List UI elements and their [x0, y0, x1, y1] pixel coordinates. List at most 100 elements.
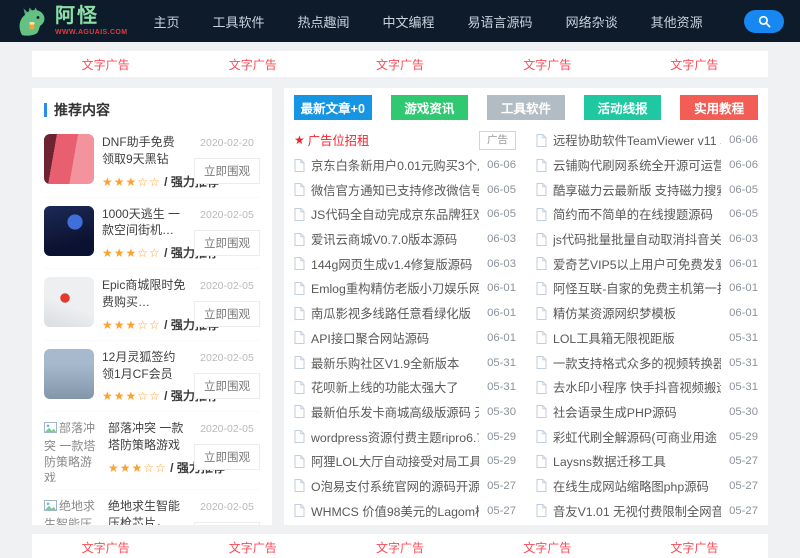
article-row: O泡易支付系统官网的源码开源 05-27 [294, 474, 516, 499]
article-row: 音友V1.01 无视付费限制全网音乐无损免费... 05-27 [536, 498, 758, 523]
nav-menu-item[interactable]: 热点趣闻 [298, 12, 350, 31]
ad-badge: 广告 [479, 131, 516, 150]
article-title[interactable]: API接口聚合网站源码 [311, 329, 479, 347]
nav-menu-item[interactable]: 易语言源码 [468, 12, 533, 31]
article-row: 京东白条新用户0.01元购买3个月爱奇艺黄... 06-06 [294, 153, 516, 178]
text-ad-link[interactable]: 文字广告 [179, 539, 326, 556]
text-ad-link[interactable]: 文字广告 [326, 56, 473, 73]
article-title[interactable]: 最新乐购社区V1.9全新版本 [311, 354, 479, 372]
item-title[interactable]: 12月灵狐签约领1月CF会员 [102, 349, 186, 383]
article-title[interactable]: 南瓜影视多线路任意看绿化版 [311, 304, 479, 322]
article-title[interactable]: 去水印小程序 快手抖音视频搬运工上热门... [553, 378, 721, 396]
article-title[interactable]: Emlog重构精仿老版小刀娱乐网HFoldao模... [311, 279, 479, 297]
article-title[interactable]: js代码批量批量自动取消抖音关注 [553, 230, 721, 248]
article-title[interactable]: 阿怪互联-自家的免费主机第一批正式开启 [553, 279, 721, 297]
text-ad-link[interactable]: 文字广告 [474, 56, 621, 73]
article-title[interactable]: 最新伯乐发卡商城高级版源码 无后门 [311, 403, 479, 421]
article-title[interactable]: 精仿某资源网织梦模板 [553, 304, 721, 322]
category-button[interactable]: 最新文章+0 [294, 95, 372, 120]
article-title[interactable]: 爱讯云商城V0.7.0版本源码 [311, 230, 479, 248]
article-title[interactable]: 微信官方通知已支持修改微信号 [311, 181, 479, 199]
category-button[interactable]: 实用教程 [680, 95, 758, 120]
category-button[interactable]: 活动线报 [583, 95, 662, 120]
article-date: 05-30 [729, 405, 758, 418]
text-ad-link[interactable]: 文字广告 [32, 56, 179, 73]
article-title[interactable]: 社会语录生成PHP源码 [553, 403, 721, 421]
text-ad-link[interactable]: 文字广告 [32, 539, 179, 556]
document-icon [536, 183, 547, 197]
document-icon [294, 306, 305, 320]
article-title[interactable]: 在线生成网站缩略图php源码 [553, 477, 721, 495]
article-title[interactable]: wordpress资源付费主题ripro6.7含美化包... [311, 428, 479, 446]
text-ad-link[interactable]: 文字广告 [621, 56, 768, 73]
search-button[interactable] [744, 9, 784, 33]
article-title[interactable]: 酷享磁力云最新版 支持磁力搜索下载和一... [553, 181, 721, 199]
article-date: 05-27 [729, 455, 758, 468]
document-icon [294, 380, 305, 394]
rating-separator: / [164, 317, 168, 332]
item-info: DNF助手免费领取9天黑钻 ★★★☆☆ / 强力推荐 [102, 134, 219, 190]
text-ad-link[interactable]: 文字广告 [474, 539, 621, 556]
item-title[interactable]: Epic商城限时免费购买《SUPERHOT》游戏 [102, 277, 186, 311]
article-title[interactable]: 远程协助软件TeamViewer v11 单文件版 [553, 131, 721, 149]
document-icon [536, 504, 547, 518]
item-thumbnail[interactable]: 绝地求生智能压枪芯片，稳定大号使用，永久免费 [44, 498, 100, 525]
document-icon [536, 133, 547, 147]
item-title[interactable]: 绝地求生智能压枪芯片，稳定大号使用，永久免费 [108, 498, 186, 525]
view-now-button[interactable]: 立即围观 [194, 372, 260, 399]
article-date: 06-05 [729, 183, 758, 196]
nav-menu-item[interactable]: 主页 [153, 12, 179, 31]
article-title[interactable]: 简约而不简单的在线搜题源码 [553, 205, 721, 223]
article-title[interactable]: 144g网页生成v1.4修复版源码 [311, 255, 479, 273]
item-thumbnail[interactable]: 部落冲突 一款塔防策略游戏 [44, 420, 100, 483]
article-title[interactable]: WHMCS 价值98美元的Lagom模板开源 [311, 502, 479, 520]
view-now-button[interactable]: 立即围观 [194, 301, 260, 328]
document-icon [536, 405, 547, 419]
item-info: Epic商城限时免费购买《SUPERHOT》游戏 ★★★☆☆ / 强力推荐 [102, 277, 219, 333]
logo-subtitle: WWW.AGUAIS.COM [55, 29, 128, 36]
site-logo[interactable]: 阿怪 WWW.AGUAIS.COM [16, 5, 127, 38]
nav-menu-item[interactable]: 网络杂谈 [566, 12, 618, 31]
star-rating-icons: ★★★☆☆ [102, 317, 161, 332]
view-now-button[interactable]: 立即围观 [194, 444, 260, 471]
article-title[interactable]: 彩虹代刷全解源码(可商业用途 防黑) [553, 428, 721, 446]
item-title[interactable]: 部落冲突 一款塔防策略游戏 [108, 420, 186, 454]
article-title[interactable]: O泡易支付系统官网的源码开源 [311, 477, 479, 495]
item-thumbnail[interactable]: 12月灵狐签约领1月CF会员 [44, 348, 94, 399]
article-title[interactable]: 京东白条新用户0.01元购买3个月爱奇艺黄... [311, 156, 479, 174]
item-rating: ★★★☆☆ / 强力推荐 [102, 316, 219, 333]
nav-menu-item[interactable]: 中文编程 [383, 12, 435, 31]
text-ad-link[interactable]: 文字广告 [326, 539, 473, 556]
category-button[interactable]: 工具软件 [487, 95, 565, 120]
item-thumbnail[interactable]: Epic商城限时免费购买《SUPERHOT》游戏 [44, 277, 94, 328]
category-button[interactable]: 游戏资讯 [390, 95, 469, 120]
article-title[interactable]: JS代码全自动完成京东品牌狂欢城活动任务 [311, 205, 479, 223]
item-thumbnail[interactable]: 1000天逃生 一款空间街机的太空模拟经营游戏 [44, 205, 94, 256]
article-title[interactable]: 爱奇艺VIP5以上用户可免费发爱奇艺VIP红包 [553, 255, 721, 273]
item-title[interactable]: DNF助手免费领取9天黑钻 [102, 134, 186, 168]
nav-menu-item[interactable]: 其他资源 [651, 12, 703, 31]
view-now-button[interactable]: 立即围观 [194, 229, 260, 256]
ad-slot-title[interactable]: 广告位招租 [308, 131, 471, 149]
view-now-button[interactable]: 立即围观 [194, 522, 260, 525]
document-icon [294, 356, 305, 370]
view-now-button[interactable]: 立即围观 [194, 158, 260, 184]
article-row: LOL工具箱无限视距版 05-31 [536, 326, 758, 351]
article-title[interactable]: 花呗新上线的功能太强大了 [311, 378, 479, 396]
article-title[interactable]: 云铺购代刷网系统全开源可运营程序搭建 [553, 156, 721, 174]
sidebar-header: 推荐内容 [44, 98, 260, 126]
article-title[interactable]: LOL工具箱无限视距版 [553, 329, 721, 347]
item-title[interactable]: 1000天逃生 一款空间街机的太空模拟经营游戏 [102, 206, 186, 240]
article-row: 简约而不简单的在线搜题源码 06-05 [536, 202, 758, 227]
article-title[interactable]: Laysns数据迁移工具 [553, 452, 721, 470]
article-row: JS代码全自动完成京东品牌狂欢城活动任务 06-05 [294, 202, 516, 227]
article-title[interactable]: 阿狸LOL大厅自动接受对局工具 [311, 452, 479, 470]
text-ad-link[interactable]: 文字广告 [179, 56, 326, 73]
nav-menu-item[interactable]: 工具软件 [213, 12, 265, 31]
article-title[interactable]: 音友V1.01 无视付费限制全网音乐无损免费... [553, 502, 721, 520]
article-row: js代码批量批量自动取消抖音关注 06-03 [536, 227, 758, 252]
text-ad-link[interactable]: 文字广告 [621, 539, 768, 556]
article-title[interactable]: 一款支持格式众多的视频转换器 [553, 354, 721, 372]
item-thumbnail[interactable]: DNF助手免费领取9天黑钻 [44, 134, 94, 184]
article-column-right: 远程协助软件TeamViewer v11 单文件版 06-06 云铺购代刷网系统… [536, 128, 758, 523]
